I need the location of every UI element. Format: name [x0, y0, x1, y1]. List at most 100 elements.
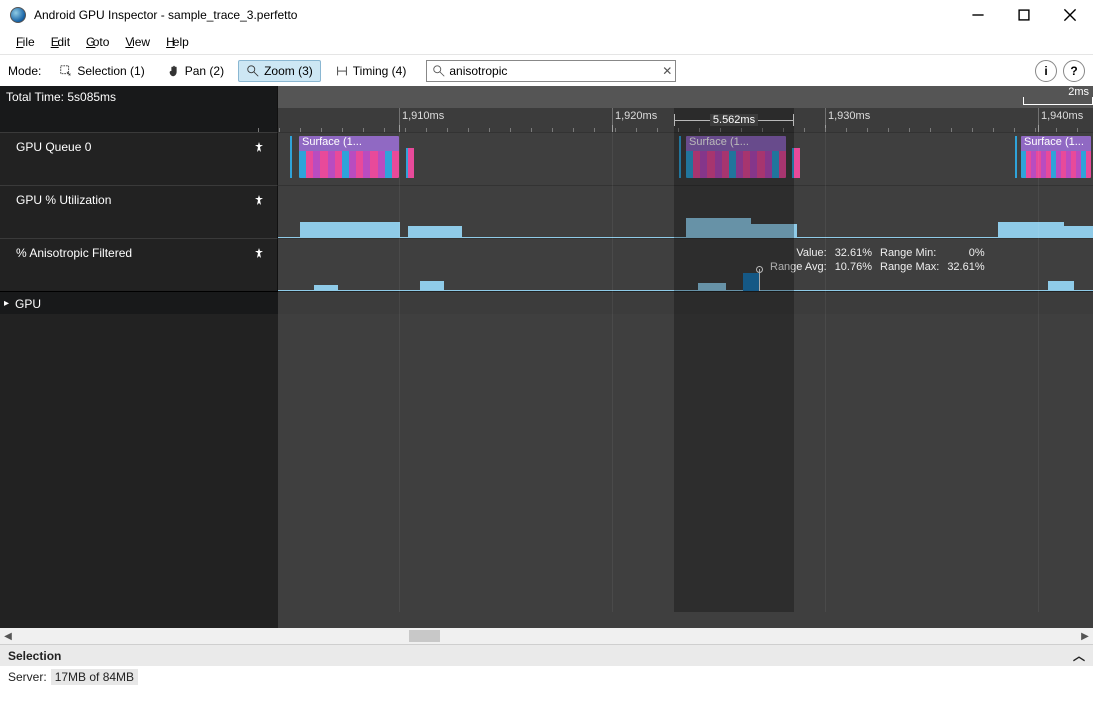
ruler-minimap[interactable]: 2ms [278, 86, 1093, 108]
util-bar[interactable] [408, 226, 462, 238]
aniso-bar[interactable] [314, 285, 338, 291]
mode-timing[interactable]: Timing (4) [327, 60, 415, 82]
tick-label: 1,940ms [1041, 110, 1083, 122]
gpu-sideblock[interactable] [1015, 136, 1017, 178]
gpu-sideblock[interactable] [679, 136, 681, 178]
app-icon [10, 7, 26, 23]
ruler-scale: 2ms [1023, 88, 1093, 105]
gpu-sideblock[interactable] [290, 136, 292, 178]
ruler-row: Total Time: 5s085ms 2ms [0, 86, 1093, 108]
minimize-icon [971, 8, 985, 22]
mode-label-text: Pan (2) [185, 64, 224, 78]
gpu-slice[interactable]: Surface (1... [686, 136, 786, 178]
info-button[interactable]: i [1035, 60, 1057, 82]
gpu-sideblock[interactable] [406, 148, 414, 178]
hover-tooltip: Value:32.61%Range Min:0%Range Avg:10.76%… [766, 245, 989, 275]
menu-label: iew [132, 35, 150, 49]
trace-view[interactable]: Total Time: 5s085ms 2ms 1,910ms1,920ms1,… [0, 86, 1093, 644]
time-axis[interactable]: 1,910ms1,920ms1,930ms1,940ms5.562ms [0, 108, 1093, 132]
info-icon: i [1044, 64, 1047, 78]
timing-icon [335, 64, 349, 78]
tick-label: 1,920ms [615, 110, 657, 122]
menu-label: elp [173, 35, 189, 49]
track-group-label: GPU [15, 297, 41, 311]
menu-label: ile [23, 35, 35, 49]
selection-panel-title: Selection [8, 649, 61, 663]
pin-icon [253, 194, 265, 206]
track-aniso: % Anisotropic Filtered Value:32.61%Range… [0, 238, 1093, 291]
expand-icon[interactable]: ︿ [1073, 647, 1085, 664]
maximize-button[interactable] [1001, 0, 1047, 30]
menu-edit[interactable]: Edit [43, 33, 78, 51]
track-gpu-util: GPU % Utilization [0, 185, 1093, 238]
aniso-bar[interactable] [1048, 281, 1074, 291]
pin-button[interactable] [253, 141, 267, 153]
help-icon: ? [1070, 64, 1077, 78]
menu-goto[interactable]: Goto [78, 33, 117, 51]
maximize-icon [1017, 8, 1031, 22]
close-icon [1063, 8, 1077, 22]
slice-label: Surface (1... [1021, 136, 1091, 151]
minimize-button[interactable] [955, 0, 1001, 30]
scroll-track[interactable] [16, 628, 1077, 644]
selection-panel-header[interactable]: Selection ︿ [0, 644, 1093, 666]
track-label: GPU % Utilization [16, 193, 111, 207]
gpu-sideblock[interactable] [792, 148, 800, 178]
util-bar[interactable] [300, 222, 400, 238]
selection-icon [59, 64, 73, 78]
slice-label: Surface (1... [299, 136, 399, 151]
help-button[interactable]: ? [1063, 60, 1085, 82]
aniso-bar[interactable] [420, 281, 444, 291]
aniso-bar[interactable] [743, 273, 759, 291]
scroll-thumb[interactable] [409, 630, 441, 642]
menu-label: dit [57, 35, 70, 49]
aniso-bar[interactable] [698, 283, 726, 291]
menu-view[interactable]: View [117, 33, 158, 51]
hand-icon [167, 64, 181, 78]
status-label: Server: [8, 670, 47, 684]
status-value: 17MB of 84MB [51, 669, 138, 685]
mode-label-text: Zoom (3) [264, 64, 313, 78]
tick-label: 1,930ms [828, 110, 870, 122]
titlebar: Android GPU Inspector - sample_trace_3.p… [0, 0, 1093, 30]
slice-label: Surface (1... [686, 136, 786, 151]
search-wrap: ✕ [426, 60, 676, 82]
close-button[interactable] [1047, 0, 1093, 30]
total-time-label: Total Time: 5s085ms [0, 86, 278, 108]
mode-label: Mode: [8, 64, 45, 78]
hover-cursor [759, 269, 760, 291]
scroll-left-button[interactable]: ◀ [0, 628, 16, 644]
expand-arrow-icon: ▸ [4, 298, 9, 309]
gpu-slice[interactable]: Surface (1... [1021, 136, 1091, 178]
status-bar: Server: 17MB of 84MB [0, 666, 1093, 688]
menu-help[interactable]: Help [158, 33, 197, 51]
selection-range-label: 5.562ms [674, 114, 794, 126]
mode-label-text: Timing (4) [353, 64, 407, 78]
mode-zoom[interactable]: Zoom (3) [238, 60, 321, 82]
util-bar[interactable] [686, 218, 751, 238]
menu-label: oto [93, 35, 110, 49]
util-bar[interactable] [998, 222, 1064, 238]
pin-button[interactable] [253, 247, 267, 259]
clear-search-button[interactable]: ✕ [662, 64, 672, 78]
pin-icon [253, 247, 265, 259]
pin-button[interactable] [253, 194, 267, 206]
zoom-icon [246, 64, 260, 78]
mode-selection[interactable]: Selection (1) [51, 60, 152, 82]
scroll-right-button[interactable]: ▶ [1077, 628, 1093, 644]
gpu-slice[interactable]: Surface (1... [299, 136, 399, 178]
menu-file[interactable]: File [8, 33, 43, 51]
track-label: % Anisotropic Filtered [16, 246, 132, 260]
horizontal-scrollbar[interactable]: ◀ ▶ [0, 628, 1093, 644]
track-group-gpu[interactable]: ▸ GPU [0, 291, 1093, 315]
util-bar[interactable] [751, 224, 797, 238]
mode-label-text: Selection (1) [77, 64, 144, 78]
menubar: File Edit Goto View Help [0, 30, 1093, 54]
toolbar: Mode: Selection (1) Pan (2) Zoom (3) Tim… [0, 54, 1093, 86]
ruler-scale-label: 2ms [1068, 86, 1089, 98]
window-title: Android GPU Inspector - sample_trace_3.p… [34, 8, 955, 22]
pin-icon [253, 141, 265, 153]
mode-pan[interactable]: Pan (2) [159, 60, 232, 82]
util-bar[interactable] [1064, 226, 1093, 238]
search-input[interactable] [426, 60, 676, 82]
